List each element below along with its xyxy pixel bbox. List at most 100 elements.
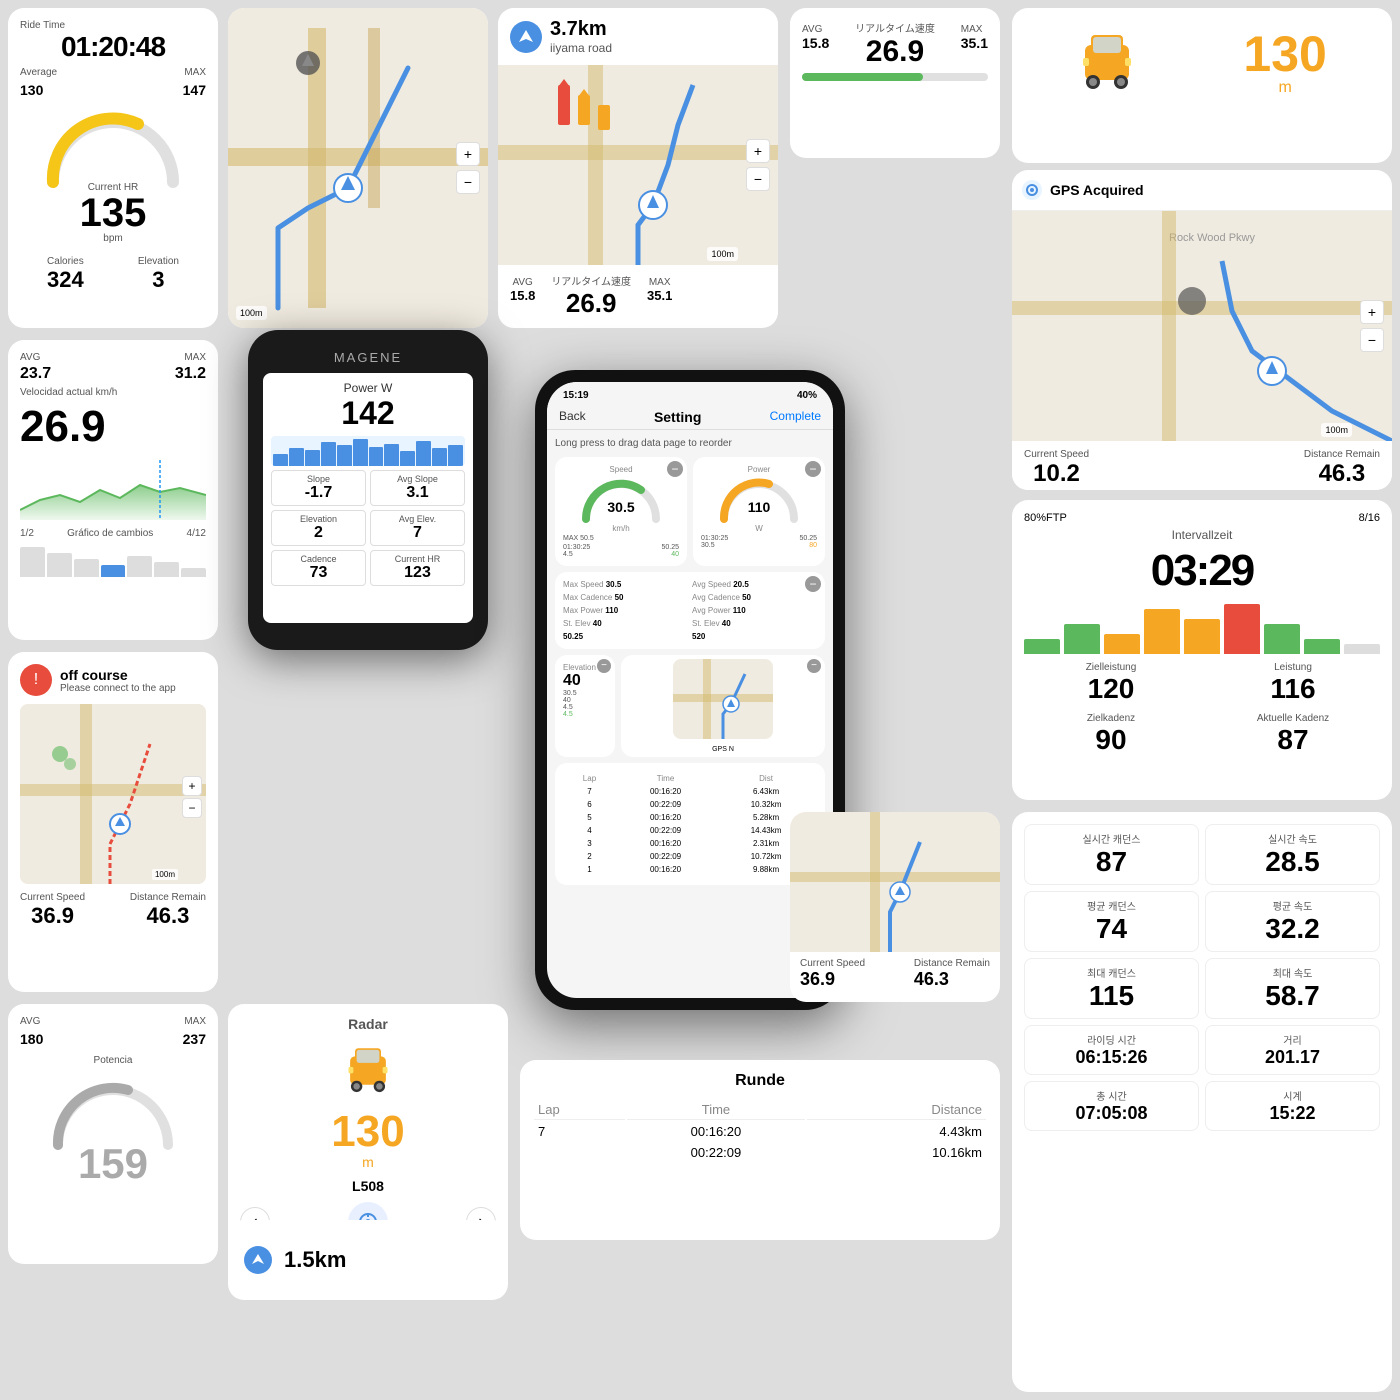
gps-zoom-in[interactable]: + — [1360, 300, 1384, 324]
ride-time-card: Ride Time 01:20:48 Average MAX 130 147 C… — [8, 8, 218, 328]
jp-current: 26.9 — [855, 35, 935, 69]
korean-card: 실시간 캐던스 87 실시간 속도 28.5 평균 캐던스 74 평균 속도 3… — [1012, 812, 1392, 1392]
map-topleft-card: 100m + − Current Speed 36.9 Distance Rem… — [228, 8, 488, 328]
offcourse-cs-val: 36.9 — [20, 903, 85, 929]
max-cadence-label-kr: 최대 캐던스 — [1031, 965, 1192, 980]
runde-table: Lap Time Distance 7 00:16:20 4.43km 00:2… — [532, 1098, 988, 1164]
gps-header: GPS Acquired — [1012, 170, 1392, 211]
potencia-gauge-svg — [48, 1070, 178, 1150]
map-widget-remove[interactable]: − — [807, 659, 821, 673]
gps-zoom-out[interactable]: − — [1360, 328, 1384, 352]
riding-time-val-kr: 06:15:26 — [1031, 1047, 1192, 1068]
stats-widget-remove[interactable]: − — [805, 576, 821, 592]
cadence-cell: Cadence 73 — [271, 550, 366, 586]
power-gauge-svg: 110 — [719, 474, 799, 524]
phone-back-btn[interactable]: Back — [559, 409, 586, 425]
power-widget: − Power 110 W 01:30:2550.25 30.580 — [693, 457, 825, 566]
speed-widget: − Speed 30.5 km/h MAX 50.5 — [555, 457, 687, 566]
elevation-val: 3 — [138, 267, 179, 293]
elev-widget-remove[interactable]: − — [597, 659, 611, 673]
offcourse-header: ! off course Please connect to the app — [20, 664, 206, 696]
avg-slope-val: 3.1 — [376, 484, 459, 502]
map-widget: − GPS N — [621, 655, 825, 757]
velocity-val-es: 26.9 — [20, 402, 206, 452]
phone-time: 15:19 — [563, 390, 589, 401]
jp-speed-card: AVG 15.8 リアルタイム速度 26.9 MAX 35.1 — [790, 8, 1000, 158]
max-speed-label-kr: 최대 속도 — [1212, 965, 1373, 980]
phone-battery: 40% — [797, 390, 817, 401]
riding-time-label-kr: 라이딩 시간 — [1031, 1032, 1192, 1047]
max-label: MAX — [184, 67, 206, 78]
zielleistung-val: 120 — [1024, 673, 1198, 705]
cadence-val: 73 — [277, 564, 360, 582]
avg-cadence-cell: 평균 캐던스 74 — [1024, 891, 1199, 952]
power-widget-remove[interactable]: − — [805, 461, 821, 477]
distance-label-kr: 거리 — [1212, 1032, 1373, 1047]
speed-widget-remove[interactable]: − — [667, 461, 683, 477]
small-nav-dist: 1.5km — [284, 1247, 346, 1273]
widget-row-3: − Elevation 40 30.5 40 4.5 4.5 − — [555, 655, 825, 757]
bpm-label: bpm — [20, 233, 206, 244]
potencia-avg-val: 180 — [20, 1031, 43, 1047]
jp-rt-label: リアルタイム速度 — [855, 20, 935, 35]
device-hr-label: Current HR — [376, 554, 459, 564]
power-chart — [271, 436, 465, 466]
power-label: Power W — [271, 381, 465, 395]
zoom-out-btn[interactable]: − — [456, 170, 480, 194]
power-value: 142 — [271, 395, 465, 432]
phone-hint: Long press to drag data page to reorder — [555, 438, 825, 449]
max-hr-val: 147 — [183, 82, 206, 98]
offcourse-zoom-out[interactable]: − — [182, 798, 202, 818]
gear-bars — [20, 547, 206, 577]
nav-distance: 3.7km — [550, 18, 612, 41]
radar-mid-car-icon — [240, 1036, 496, 1106]
riding-time-cell: 라이딩 시간 06:15:26 — [1024, 1025, 1199, 1075]
max-cadence-val-kr: 115 — [1031, 980, 1192, 1012]
radar-mid-title: Radar — [240, 1016, 496, 1032]
realtime-speed-cell: 실시간 속도 28.5 — [1205, 824, 1380, 885]
map-topleft[interactable]: 100m + − — [228, 8, 488, 328]
nav-avg-label: AVG — [510, 277, 535, 288]
realtime-cadence-cell: 실시간 캐던스 87 — [1024, 824, 1199, 885]
speed-widget-label: Speed — [563, 465, 679, 474]
max-cadence-cell: 최대 캐던스 115 — [1024, 958, 1199, 1019]
radar-mid-plate: L508 — [240, 1178, 496, 1194]
total-time-label-kr: 총 시간 — [1031, 1088, 1192, 1103]
nav-current: 26.9 — [551, 288, 631, 319]
nav-zoom-out[interactable]: − — [746, 167, 770, 191]
phone-nav-bar[interactable]: Back Setting Complete — [547, 405, 833, 430]
page-label-es: Gráfico de cambios — [67, 528, 153, 539]
map-zoom-controls[interactable]: + − — [456, 142, 480, 194]
rt-speed-val: 28.5 — [1212, 846, 1373, 878]
device-elevation-cell: Elevation 2 — [271, 510, 366, 546]
runde-title: Runde — [532, 1072, 988, 1090]
gps-dr-label: Distance Remain — [1304, 449, 1380, 460]
speed-gauge-svg: 30.5 — [581, 474, 661, 524]
ftp-label: 80%FTP — [1024, 512, 1067, 524]
gps-status-label: GPS Acquired — [1050, 182, 1144, 198]
max-speed-val-kr: 58.7 — [1212, 980, 1373, 1012]
device-brand: MAGENE — [263, 350, 473, 365]
zoom-in-btn[interactable]: + — [456, 142, 480, 166]
offcourse-zoom-in[interactable]: + — [182, 776, 202, 796]
offcourse-dr-val: 46.3 — [130, 903, 206, 929]
jp-avg-val: 15.8 — [802, 35, 829, 51]
phone-complete-btn[interactable]: Complete — [770, 409, 821, 425]
distance-val-kr: 201.17 — [1212, 1047, 1373, 1068]
svg-text:Rock Wood Pkwy: Rock Wood Pkwy — [1169, 232, 1255, 244]
small-nav-icon — [244, 1246, 272, 1274]
svg-text:110: 110 — [748, 499, 771, 515]
avg-elev-label: Avg Elev. — [376, 514, 459, 524]
clock-val-kr: 15:22 — [1212, 1103, 1373, 1124]
runde-card: Runde Lap Time Distance 7 00:16:20 4.43k… — [520, 1060, 1000, 1240]
nav-zoom-in[interactable]: + — [746, 139, 770, 163]
gps-acquired-card: GPS Acquired Rock Wood Pkwy + − 100m Cur… — [1012, 170, 1392, 490]
current-hr-value: 135 — [20, 193, 206, 233]
nav-max-val: 35.1 — [647, 288, 672, 303]
jp-max-val: 35.1 — [961, 35, 988, 51]
nav-max-label: MAX — [647, 277, 672, 288]
lap-widget: LapTimeDist 700:16:206.43km 600:22:0910.… — [555, 763, 825, 885]
speed-widget-unit: km/h — [563, 524, 679, 533]
gps-dr-val: 46.3 — [1304, 460, 1380, 488]
leistung-label: Leistung — [1206, 662, 1380, 673]
